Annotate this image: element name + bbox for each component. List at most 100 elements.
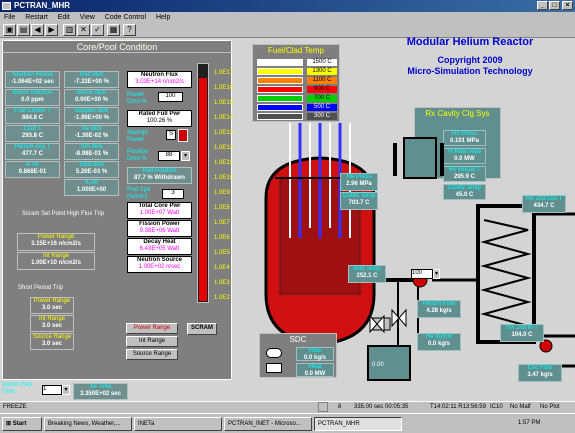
helium-flow-cell: Helium Flow 4.28 kg/s [417, 300, 461, 318]
startup-power-value: S [166, 130, 176, 140]
startup-power-switch[interactable] [178, 129, 188, 142]
tray-clock: 1:57 PM [518, 420, 541, 426]
scale-tick: 1.0E7 [214, 220, 230, 226]
decay-heat-box: Decay Heat 6.43E+05 Watt [127, 238, 192, 255]
maximize-button[interactable]: □ [549, 1, 560, 10]
minimize-button[interactable]: _ [537, 1, 548, 10]
scale-tick: 1.0E5 [214, 250, 230, 256]
restart-icon[interactable]: ✕ [77, 24, 90, 36]
power-range-setpoint[interactable]: Power Range 3.15E+16 n/cm2/s [17, 233, 95, 251]
start-button[interactable]: ⊞ Start [2, 417, 42, 431]
status-freeze: FREEZE [3, 404, 27, 410]
scale-tick: 1.0E10 [214, 175, 234, 181]
status-speed: 8 [338, 404, 342, 410]
scale-tick: 1.0E13 [214, 130, 234, 136]
chart-icon[interactable]: ▥ [63, 24, 76, 36]
xe-dkk-cell: Xe dk/k -1.30E-02 % [64, 125, 119, 142]
save-icon[interactable]: ▤ [17, 24, 30, 36]
helium-avg-temp-cell: Helium Avg T 477.7 C [5, 143, 60, 160]
valve-spinner[interactable]: ▾ [433, 269, 440, 279]
cavity-cooler [403, 137, 437, 179]
color-swatch [257, 95, 303, 102]
total-core-power-box: Total Core Pwr 1.00E+07 Watt [127, 202, 192, 219]
he-inj-ext-cell: He Inj/Ext 0.0 kg/s [417, 333, 461, 351]
tank-level: 0.00 [372, 362, 384, 368]
status-ic: IC10 [490, 404, 503, 410]
k-eff-cell: K-eff 1.000E+00 [64, 179, 119, 196]
fission-power-box: Fission Power 9.38E+06 Watt [127, 220, 192, 237]
rod-speed-input[interactable]: 3 [162, 189, 184, 199]
open-icon[interactable]: ▣ [3, 24, 16, 36]
app-icon [2, 2, 11, 10]
task-breaking-news[interactable]: Breaking News, Weather,... [44, 417, 132, 431]
startup-power-label: Startup/ Power [127, 130, 149, 143]
rated-full-power-box: Rated Full Pwr 100.26 % [127, 110, 192, 127]
title-bar: PCTRAN_MHR _ □ × [0, 0, 575, 12]
scram-button[interactable]: SCRAM [187, 323, 217, 335]
scale-tick: 1.0E2 [214, 295, 230, 301]
print-icon[interactable]: ▦ [107, 24, 120, 36]
sdc-heat-cell: Heat 0.0 MW [296, 363, 334, 377]
color-swatch [257, 86, 303, 93]
scale-tick: 1.0E15 [214, 100, 234, 106]
task-pctran-inet[interactable]: PCTRAN_INET - Microso... [224, 417, 312, 431]
close-button[interactable]: × [562, 1, 573, 10]
fuel-clad-temp-panel: Fuel/Clad Temp 1500 C 1300 C 1100 C 900 … [252, 44, 340, 122]
sdc-title: SDC [289, 335, 307, 344]
status-bar: FREEZE 8 335.00 sec 00:05:35 T14:02:11 R… [0, 401, 575, 413]
menu-help[interactable]: Help [156, 14, 170, 21]
scram-setpoint-title: Scram Set Point High Flux Trip [21, 211, 105, 217]
source-range-button[interactable]: Source Range [126, 349, 178, 360]
forward-icon[interactable]: ▶ [45, 24, 58, 36]
page-title: Modular Helium Reactor [406, 36, 534, 48]
scale-tick: 1.0E17 [214, 70, 234, 76]
core-pool-title: Core/Pool Condition [3, 41, 231, 53]
scale-tick: 1.0E14 [214, 115, 234, 121]
position-demand-input[interactable]: 88 [158, 151, 180, 161]
neutron-flux-box: Neutron Flux 3.03E+14 n/cm2/s [127, 71, 192, 88]
menu-code-control[interactable]: Code Control [105, 14, 146, 21]
short-period-power[interactable]: Power Range 3.0 sec [30, 297, 74, 314]
back-icon[interactable]: ◀ [31, 24, 44, 36]
outlet-temp-cell: Outlet Temp 703.7 C [340, 192, 378, 210]
sm-dkk-cell: Sm dk/k -8.98E-01 % [64, 143, 119, 160]
short-period-source[interactable]: Source Range 3.0 sec [30, 333, 74, 350]
status-plot: No Plot [540, 404, 560, 410]
menu-view[interactable]: View [80, 14, 95, 21]
power-demand-label: Power Dmd % [127, 92, 147, 105]
heat-exchanger [476, 204, 536, 344]
xenon-fast-time-input[interactable]: 1 [42, 385, 62, 395]
rod-speed-label: Rod Spd (%/min) [127, 187, 151, 200]
mode-icon[interactable]: ✓ [91, 24, 104, 36]
sdc-hx-icon[interactable] [266, 363, 282, 373]
temp-level-row: 1500 C [257, 59, 337, 67]
menu-file[interactable]: File [4, 14, 15, 21]
boron-solution-cell: Boron Solution 0.0 ppm [5, 89, 60, 106]
power-range-button[interactable]: Power Range [126, 323, 178, 334]
help-icon[interactable]: ? [123, 24, 136, 36]
rod-position-cell: Rod Position 87.7 % Withdrawn [127, 167, 192, 184]
short-period-int[interactable]: Int Range 3.0 sec [30, 315, 74, 332]
sdc-pump-icon[interactable] [266, 348, 282, 358]
menu-restart[interactable]: Restart [25, 14, 48, 21]
scale-tick: 1.0E11 [214, 160, 233, 166]
valve-position-input[interactable]: 100 [411, 269, 433, 279]
int-range-setpoint[interactable]: Int Range 1.00E+10 n/cm2/s [17, 252, 95, 270]
int-range-button[interactable]: Int Range [126, 336, 178, 347]
xenon-spinner[interactable]: ▾ [62, 385, 70, 395]
position-demand-spinner[interactable]: ▾ [181, 151, 190, 161]
company-name: Micro-Simulation Technology [407, 66, 533, 76]
color-swatch [257, 77, 303, 84]
k-inf-cell: K-inf 9.868E-01 [5, 161, 60, 178]
task-ineta[interactable]: INETa [134, 417, 222, 431]
scale-tick: 1.0E3 [214, 280, 230, 286]
scale-tick: 1.0E4 [214, 265, 230, 271]
color-swatch [257, 104, 303, 111]
speed-icon[interactable] [318, 402, 328, 412]
power-demand-input[interactable]: 100 [158, 92, 183, 102]
menu-edit[interactable]: Edit [58, 14, 70, 21]
menu-bar: File Restart Edit View Code Control Help [0, 12, 575, 23]
clad-temp-cell: Clad T 293.8 C [5, 125, 60, 142]
task-pctran-mhr[interactable]: PCTRAN_MHR [314, 417, 402, 431]
scale-tick: 1.0E16 [214, 85, 234, 91]
